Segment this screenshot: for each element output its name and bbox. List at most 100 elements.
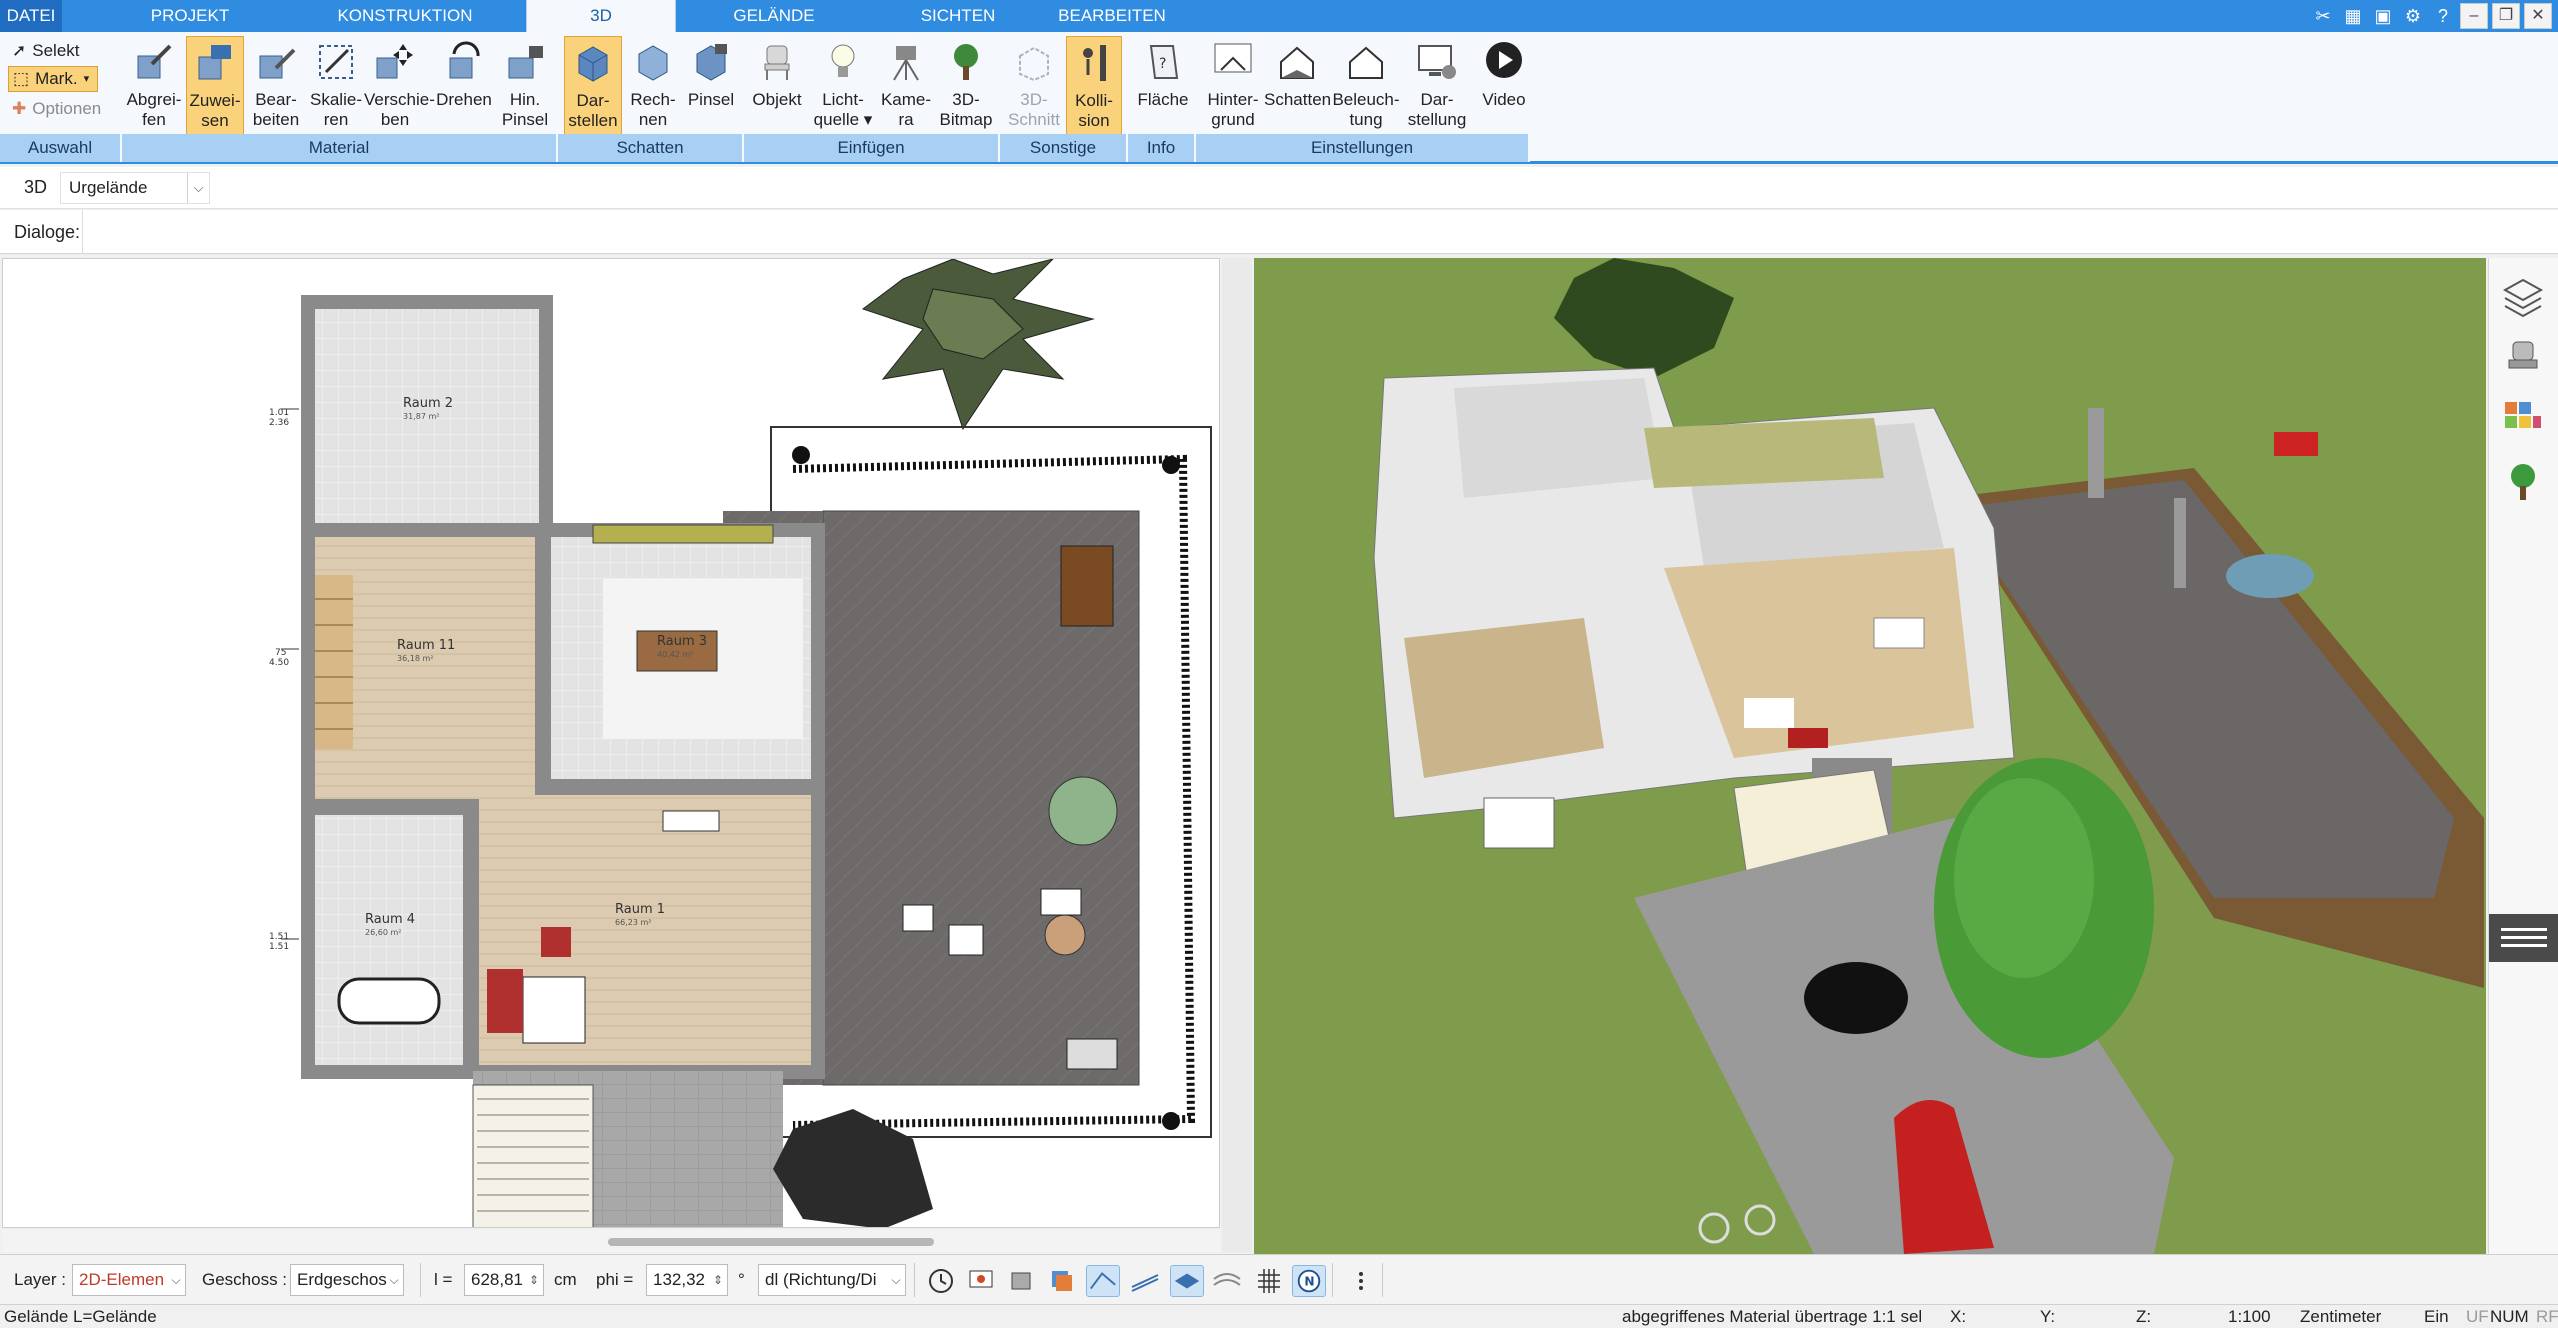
- kollision-button[interactable]: Kolli- sion: [1066, 36, 1122, 138]
- dim-label: 2.36: [269, 418, 289, 428]
- kamera-button[interactable]: Kame- ra: [876, 36, 936, 138]
- floorplan-drawing[interactable]: 1.01 2.36 75 4.50 1.51 1.51 Raum 2 31,87…: [3, 259, 1220, 1228]
- snap-lines-icon[interactable]: [1086, 1265, 1120, 1297]
- layers-icon[interactable]: [2499, 272, 2547, 320]
- tab-gelaende[interactable]: GELÄNDE: [724, 0, 824, 32]
- close-button[interactable]: ✕: [2524, 3, 2552, 29]
- round-table: [1044, 914, 1086, 956]
- floorplan-view[interactable]: 1.01 2.36 75 4.50 1.51 1.51 Raum 2 31,87…: [2, 258, 1220, 1228]
- schatten-button[interactable]: Schatten: [1264, 36, 1331, 138]
- length-unit: cm: [554, 1270, 577, 1289]
- status-rf: RF: [2536, 1307, 2558, 1326]
- mark-tool[interactable]: ⬚ Mark. ▾: [8, 66, 98, 92]
- skalieren-button[interactable]: Skalie- ren: [306, 36, 366, 138]
- scroll-thumb[interactable]: [608, 1238, 934, 1246]
- phi-input[interactable]: 132,32 ⇕: [646, 1264, 728, 1296]
- grid-icon[interactable]: [1252, 1265, 1286, 1297]
- hin-pinsel-button[interactable]: Hin. Pinsel: [496, 36, 554, 138]
- options-tool[interactable]: ✚ Optionen: [8, 96, 101, 122]
- layers-toggle-icon[interactable]: [1044, 1265, 1078, 1297]
- menu-icon[interactable]: [2489, 914, 2558, 962]
- mode-label: 3D: [24, 177, 48, 197]
- 3d-render[interactable]: [1254, 258, 2486, 1254]
- play-icon: [1486, 42, 1522, 78]
- more-options-icon[interactable]: [1344, 1265, 1378, 1297]
- kitchen-counter: [592, 524, 774, 544]
- stepper-icon[interactable]: ⇕: [709, 1265, 727, 1295]
- umbrella-3d: [2226, 554, 2314, 598]
- materials-icon[interactable]: [2499, 396, 2547, 444]
- hintergrund-button[interactable]: Hinter- grund: [1200, 36, 1266, 138]
- clock-icon[interactable]: [924, 1265, 958, 1297]
- plants-icon[interactable]: [2499, 458, 2547, 506]
- status-scale: 1:100: [2228, 1307, 2271, 1326]
- horizontal-scrollbar[interactable]: [2, 1230, 1220, 1252]
- wrench-icon[interactable]: ✂: [2310, 3, 2336, 29]
- length-input[interactable]: 628,81 ⇕: [464, 1264, 544, 1296]
- 3d-view[interactable]: [1254, 258, 2486, 1254]
- status-x: X:: [1950, 1307, 1967, 1326]
- objekt-button[interactable]: Objekt: [748, 36, 806, 138]
- zuweisen-button[interactable]: Zuwei- sen: [186, 36, 244, 138]
- settings-icon[interactable]: ⚙: [2400, 3, 2426, 29]
- pinsel-button[interactable]: Pinsel: [682, 36, 740, 138]
- select-tool[interactable]: ➚ Selekt: [8, 38, 80, 64]
- right-toolbar: [2488, 258, 2558, 1254]
- furniture-icon[interactable]: [2499, 334, 2547, 382]
- bitmap-3d-button[interactable]: 3D- Bitmap: [936, 36, 996, 138]
- stepper-icon[interactable]: ⇕: [525, 1265, 543, 1295]
- section-cut-icon: [1019, 46, 1049, 82]
- rechnen-button[interactable]: Rech- nen: [624, 36, 682, 138]
- tab-projekt[interactable]: PROJEKT: [140, 0, 240, 32]
- dim-label: 75: [275, 648, 286, 658]
- tab-bearbeiten[interactable]: BEARBEITEN: [1052, 0, 1172, 32]
- video-button[interactable]: Video: [1474, 36, 1534, 138]
- tab-datei[interactable]: DATEI: [0, 0, 62, 32]
- background-house-icon: [1214, 43, 1252, 73]
- beleuchtung-button[interactable]: Beleuch- tung: [1332, 36, 1400, 138]
- room-label-raum-4: Raum 4: [365, 912, 415, 927]
- minimize-button[interactable]: –: [2460, 3, 2488, 29]
- chevron-down-icon: ⌵: [171, 1273, 181, 1287]
- darstellung-button[interactable]: Dar- stellung: [1404, 36, 1470, 138]
- tab-3d[interactable]: 3D: [526, 0, 676, 34]
- north-icon[interactable]: N: [1292, 1265, 1326, 1297]
- direction-select[interactable]: dl (Richtung/Di ⌵: [758, 1264, 906, 1296]
- tab-sichten[interactable]: SICHTEN: [908, 0, 1008, 32]
- save-icon[interactable]: ▣: [2370, 3, 2396, 29]
- chevron-down-icon: ⌵: [389, 1273, 399, 1287]
- tab-konstruktion[interactable]: KONSTRUKTION: [330, 0, 480, 32]
- group-schatten: Schatten: [558, 134, 744, 162]
- lichtquelle-button[interactable]: Licht- quelle ▾: [812, 36, 874, 138]
- flaeche-button[interactable]: ? Fläche: [1132, 36, 1194, 138]
- group-auswahl: Auswahl: [0, 134, 122, 162]
- view-splitter[interactable]: [1222, 258, 1252, 1252]
- cube-shade-icon: [578, 46, 608, 82]
- bathtub: [337, 977, 441, 1025]
- status-object: Gelände L=Gelände: [4, 1307, 157, 1326]
- bearbeiten-button[interactable]: Bear- beiten: [246, 36, 306, 138]
- surface-icon[interactable]: [1170, 1265, 1204, 1297]
- layer-select[interactable]: 2D-Elemen ⌵: [72, 1264, 186, 1296]
- terrain-select[interactable]: Urgelände ⌵: [60, 172, 210, 204]
- cursor-icon: ➚: [12, 41, 27, 60]
- room-area-raum-1: 66,23 m²: [615, 918, 651, 927]
- svg-text:?: ?: [1159, 56, 1166, 72]
- terrain-icon[interactable]: [1210, 1265, 1244, 1297]
- darstellen-button[interactable]: Dar- stellen: [564, 36, 622, 138]
- floor-select[interactable]: Erdgeschos ⌵: [290, 1264, 404, 1296]
- open-icon[interactable]: ▦: [2340, 3, 2366, 29]
- screen-icon[interactable]: [964, 1265, 998, 1297]
- objects-icon[interactable]: [1004, 1265, 1038, 1297]
- chair-icon: [764, 45, 790, 80]
- abgreifen-button[interactable]: Abgrei- fen: [124, 36, 184, 138]
- dialog-toolbar: Dialoge:: [0, 210, 2558, 254]
- restore-button[interactable]: ❐: [2492, 3, 2520, 29]
- drehen-button[interactable]: Drehen: [434, 36, 494, 138]
- chevron-down-icon: ⌵: [891, 1273, 901, 1287]
- help-icon[interactable]: ?: [2430, 3, 2456, 29]
- verschieben-button[interactable]: Verschie- ben: [364, 36, 435, 138]
- status-uf: UF: [2466, 1307, 2489, 1326]
- schnitt-3d-button[interactable]: 3D- Schnitt: [1004, 36, 1064, 138]
- hatching-icon[interactable]: [1128, 1265, 1162, 1297]
